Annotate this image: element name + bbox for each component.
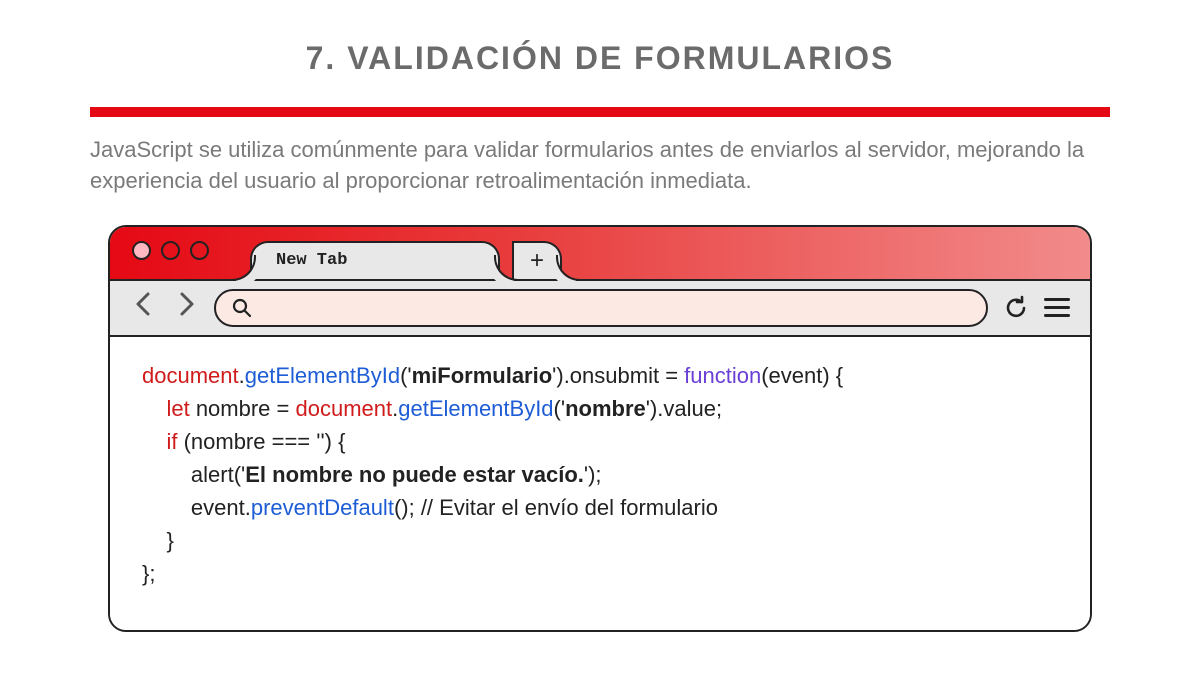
search-icon	[232, 298, 252, 318]
minimize-icon[interactable]	[161, 241, 180, 260]
forward-button[interactable]	[172, 290, 200, 325]
browser-titlebar: New Tab +	[110, 227, 1090, 279]
code-block: document.getElementById('miFormulario').…	[142, 359, 1058, 590]
browser-toolbar	[110, 279, 1090, 337]
divider-bar	[90, 107, 1110, 117]
close-icon[interactable]	[132, 241, 151, 260]
description-text: JavaScript se utiliza comúnmente para va…	[90, 135, 1110, 197]
menu-button[interactable]	[1044, 298, 1070, 317]
address-bar[interactable]	[214, 289, 988, 327]
browser-content: document.getElementById('miFormulario').…	[110, 337, 1090, 630]
back-button[interactable]	[130, 290, 158, 325]
plus-icon: +	[530, 247, 544, 275]
tab-label: New Tab	[276, 251, 347, 270]
maximize-icon[interactable]	[190, 241, 209, 260]
window-controls	[132, 241, 209, 260]
page-title: 7. VALIDACIÓN DE FORMULARIOS	[90, 40, 1110, 77]
refresh-button[interactable]	[1002, 294, 1030, 322]
browser-tab[interactable]: New Tab	[250, 241, 500, 279]
browser-window: New Tab +	[108, 225, 1092, 632]
